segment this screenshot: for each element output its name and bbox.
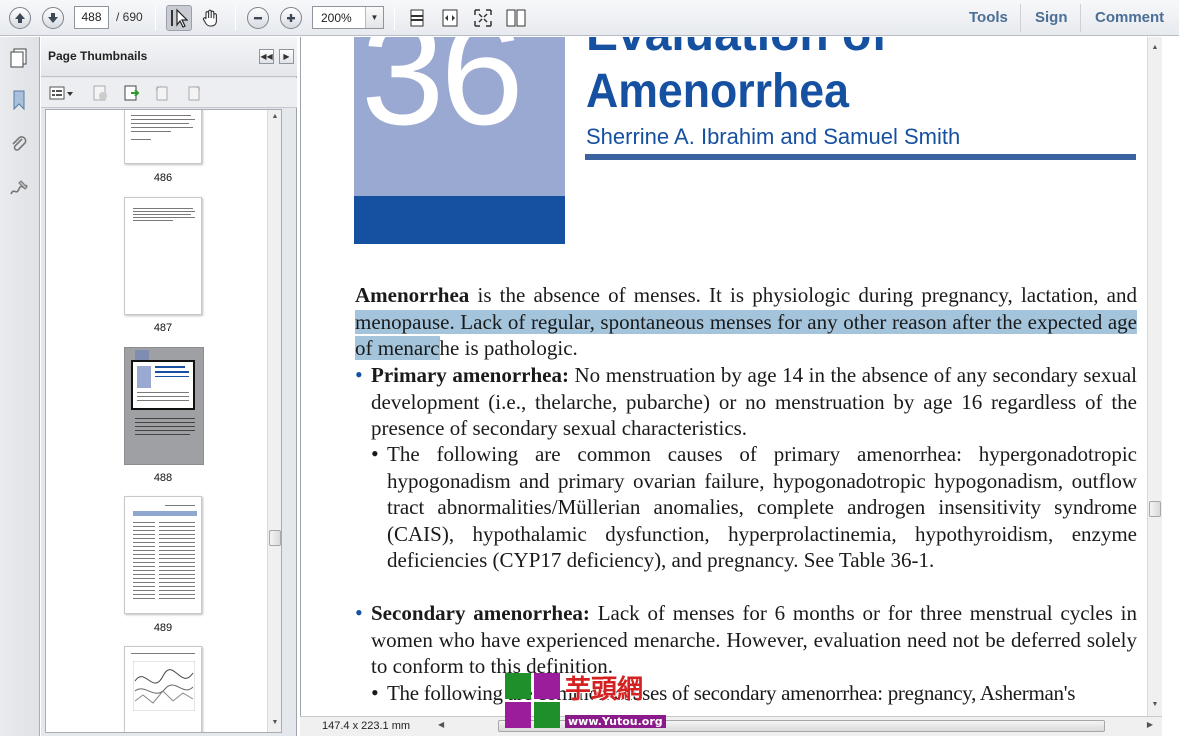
pages-icon[interactable] (6, 45, 32, 71)
hand-tool-button[interactable] (198, 5, 224, 31)
secondary-amenorrhea-item: Secondary amenorrhea: Lack of menses for… (371, 600, 1137, 680)
thumbnail-label: 487 (153, 322, 173, 334)
title-rule (585, 154, 1136, 160)
toolbar: 488 / 690 200% ▼ Tools Sign Comment (0, 0, 1179, 36)
bullet-term: Secondary amenorrhea: (371, 601, 590, 625)
collapse-panel-icon[interactable]: ◀◀ (259, 49, 274, 64)
plus-icon (280, 7, 302, 29)
panel-header: Page Thumbnails ◀◀ ▶ (41, 37, 297, 77)
scroll-up-icon[interactable]: ▲ (268, 110, 281, 124)
bullet-icon: • (355, 362, 363, 387)
minus-icon (247, 7, 269, 29)
page-thumbnails-panel: Page Thumbnails ◀◀ ▶ 486 487 488 489 ▲ ▼ (41, 37, 297, 736)
thumbnail-list: 486 487 488 489 ▲ ▼ (45, 109, 282, 733)
intro-term: Amenorrhea (355, 283, 470, 307)
page-number-input[interactable]: 488 (74, 6, 109, 29)
chapter-title-line2: Amenorrhea (586, 65, 849, 118)
two-page-icon (506, 9, 526, 27)
fit-width-button[interactable] (437, 5, 463, 31)
intro-text-end: he is pathologic. (439, 336, 578, 360)
next-page-button[interactable] (40, 5, 66, 31)
attachment-icon[interactable] (6, 131, 32, 157)
thumbnail-label: 486 (153, 172, 173, 184)
thumbnail-viewport-box (131, 360, 195, 410)
hand-icon (202, 9, 217, 27)
scroll-up-icon[interactable]: ▲ (1148, 41, 1162, 55)
page-thumbnail-486[interactable] (124, 110, 202, 164)
sub-bullet-icon: • (371, 441, 379, 466)
select-tool-button[interactable] (166, 5, 192, 31)
cursor-select-icon (171, 8, 188, 28)
chapter-authors: Sherrine A. Ibrahim and Samuel Smith (586, 124, 961, 149)
panel-toolbar (41, 78, 297, 108)
close-panel-icon[interactable]: ▶ (279, 49, 294, 64)
toolbar-divider (155, 6, 156, 30)
options-menu-icon[interactable] (49, 84, 75, 102)
page-size-readout: 147.4 x 223.1 mm (322, 720, 411, 732)
zoom-level-value: 200% (321, 11, 352, 25)
toolbar-divider (235, 6, 236, 30)
document-view: 36 Evaluation of Amenorrhea Sherrine A. … (300, 37, 1162, 716)
tools-link[interactable]: Tools (969, 9, 1008, 26)
arrow-up-icon (9, 7, 31, 29)
intro-paragraph[interactable]: Amenorrhea is the absence of menses. It … (355, 282, 1137, 362)
status-bar: 147.4 x 223.1 mm ◀ ▶ (300, 716, 1162, 736)
scroll-down-icon[interactable]: ▼ (268, 716, 281, 730)
scroll-right-icon[interactable]: ▶ (1147, 720, 1153, 729)
zoom-level-select[interactable]: 200% ▼ (312, 6, 384, 29)
bullet-term: Primary amenorrhea: (371, 363, 569, 387)
scrollbar-thumb[interactable] (269, 530, 281, 546)
sub-bullet-icon: • (371, 680, 379, 705)
watermark-text: 芋頭網 (565, 675, 644, 705)
delete-page-icon[interactable] (91, 84, 109, 102)
navigation-rail (0, 37, 40, 736)
panel-title: Page Thumbnails (48, 49, 148, 63)
pdf-reader-window: 488 / 690 200% ▼ Tools Sign Comment Page… (0, 0, 1179, 736)
scroll-down-icon[interactable]: ▼ (1148, 698, 1162, 712)
fit-page-button[interactable] (404, 5, 430, 31)
extract-page-icon[interactable] (123, 84, 141, 102)
scrollbar-thumb[interactable] (1149, 501, 1161, 517)
scroll-left-icon[interactable]: ◀ (438, 720, 444, 729)
toolbar-divider (1020, 4, 1021, 32)
page-total: / 690 (116, 10, 143, 24)
thumbnail-label: 488 (153, 472, 173, 484)
primary-causes-item: The following are common causes of prima… (387, 442, 1137, 572)
page-thumbnail-489[interactable] (124, 496, 202, 614)
primary-amenorrhea-item: Primary amenorrhea: No menstruation by a… (371, 362, 1137, 442)
chevron-down-icon[interactable]: ▼ (365, 7, 383, 28)
watermark-url: www.Yutou.org (565, 715, 666, 728)
bookmark-icon[interactable] (6, 87, 32, 113)
thumbnail-label: 489 (153, 622, 173, 634)
fit-page-icon (410, 9, 424, 27)
page-thumbnail-487[interactable] (124, 197, 202, 315)
chapter-number: 36 (361, 37, 524, 156)
page-thumbnail-488[interactable] (124, 347, 204, 465)
bullet-icon: • (355, 600, 363, 625)
rotate-ccw-icon[interactable] (153, 84, 171, 102)
toolbar-divider (1080, 4, 1081, 32)
two-page-view-button[interactable] (503, 5, 529, 31)
watermark-logo: 芋頭網 www.Yutou.org (505, 673, 675, 733)
rotate-cw-icon[interactable] (185, 84, 203, 102)
intro-text: is the absence of menses. It is physiolo… (469, 283, 1137, 307)
arrow-down-icon (42, 7, 64, 29)
document-scrollbar[interactable]: ▲ ▼ (1147, 37, 1162, 716)
comment-link[interactable]: Comment (1095, 9, 1164, 26)
zoom-out-button[interactable] (245, 5, 271, 31)
fit-width-icon (442, 9, 458, 27)
zoom-in-button[interactable] (278, 5, 304, 31)
toolbar-divider (394, 6, 395, 30)
expand-icon (474, 9, 492, 27)
chapter-accent-bar (354, 196, 565, 244)
thumbnail-scrollbar[interactable]: ▲ ▼ (267, 110, 281, 732)
sign-link[interactable]: Sign (1035, 9, 1068, 26)
secondary-causes-item: The following are common causes of secon… (387, 681, 1076, 705)
previous-page-button[interactable] (7, 5, 33, 31)
signature-icon[interactable] (6, 175, 32, 201)
full-screen-button[interactable] (470, 5, 496, 31)
chapter-title-line1: Evaluation of (586, 37, 887, 59)
page-thumbnail-490[interactable] (124, 646, 202, 732)
